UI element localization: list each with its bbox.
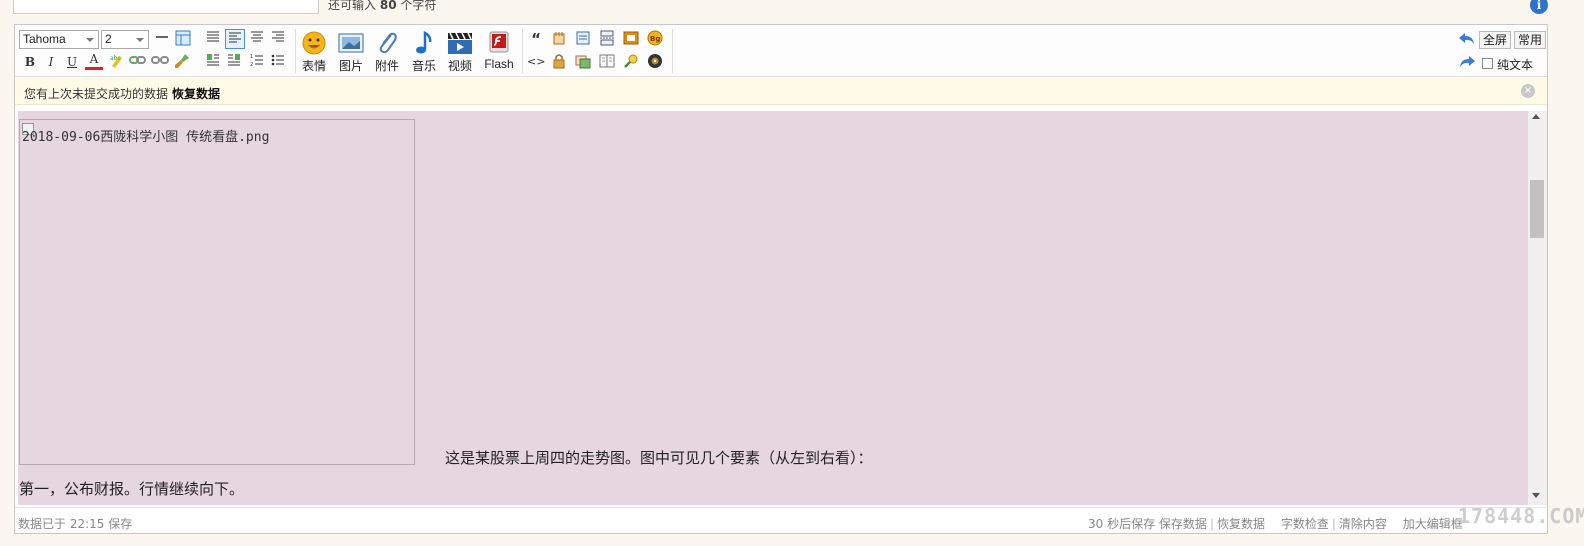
- emoticon-button[interactable]: 表情: [297, 29, 331, 73]
- page-break-icon[interactable]: [598, 30, 616, 48]
- scroll-down-arrow-icon[interactable]: [1532, 493, 1540, 498]
- scrollbar-thumb[interactable]: [1530, 180, 1544, 238]
- align-left-icon[interactable]: [225, 29, 245, 49]
- music-button[interactable]: 音乐: [407, 29, 441, 73]
- editor-content[interactable]: 2018-09-06西陇科学小图 传统看盘.png 这是某股票上周四的走势图。图…: [18, 111, 1528, 505]
- bg-badge-text: Bg: [650, 35, 660, 43]
- undo-arrow-icon[interactable]: [1458, 32, 1476, 50]
- horizontal-rule-icon[interactable]: [153, 30, 171, 48]
- smiley-icon: [301, 31, 327, 55]
- free-text-icon[interactable]: [550, 30, 568, 48]
- align-center-icon[interactable]: [248, 30, 266, 48]
- unordered-list-icon[interactable]: [269, 53, 287, 71]
- paragraph-1: 这是某股票上周四的走势图。图中可见几个要素（从左到右看）：: [445, 449, 873, 467]
- plaintext-checkbox[interactable]: [1482, 58, 1493, 69]
- gallery-icon[interactable]: [574, 53, 592, 71]
- link-icon[interactable]: [129, 53, 147, 71]
- remaining-chars: 还可输入 80 个字符: [328, 0, 436, 13]
- redo-arrow-icon[interactable]: [1458, 55, 1476, 73]
- columns-icon[interactable]: [598, 53, 616, 71]
- recover-message-wrap: 您有上次未提交成功的数据 恢复数据: [24, 85, 220, 102]
- common-mode-button[interactable]: 常用: [1514, 31, 1547, 49]
- ordered-list-icon[interactable]: 12: [248, 53, 266, 71]
- video-label: 视频: [447, 59, 472, 73]
- close-icon[interactable]: ×: [1521, 84, 1535, 98]
- underline-button[interactable]: U: [63, 53, 81, 71]
- editor-status-bar: 数据已于 22:15 保存 30 秒后保存 保存数据 | 恢复数据 字数检查 | 清除内…: [15, 507, 1547, 533]
- chevron-down-icon: [136, 38, 144, 42]
- chevron-down-icon: [86, 38, 94, 42]
- recover-message: 您有上次未提交成功的数据: [24, 87, 169, 101]
- plaintext-label: 纯文本: [1497, 58, 1534, 72]
- font-size-value: 2: [105, 32, 112, 46]
- film-icon: [447, 31, 473, 55]
- font-color-button[interactable]: A: [85, 52, 103, 70]
- font-family-select[interactable]: Tahoma: [19, 30, 99, 49]
- restore-data-link[interactable]: 恢复数据: [1217, 517, 1265, 531]
- saved-status: 数据已于 22:15 保存: [18, 517, 133, 531]
- recover-notice: 您有上次未提交成功的数据 恢复数据 ×: [15, 78, 1547, 105]
- remaining-count: 80: [379, 0, 397, 12]
- media-disc-icon[interactable]: [646, 53, 664, 71]
- align-right-icon[interactable]: [269, 30, 287, 48]
- slideshow-icon[interactable]: [622, 30, 640, 48]
- float-left-icon[interactable]: [204, 53, 222, 71]
- image-icon: [338, 31, 364, 55]
- save-data-link[interactable]: 保存数据: [1159, 517, 1207, 531]
- background-icon[interactable]: Bg: [646, 30, 664, 48]
- video-button[interactable]: 视频: [443, 29, 477, 73]
- status-actions: 30 秒后保存 保存数据 | 恢复数据 字数检查 | 清除内容 加大编辑框: [1088, 517, 1463, 531]
- svg-text:1: 1: [250, 54, 253, 60]
- clear-content-link[interactable]: 清除内容: [1339, 517, 1387, 531]
- toolbar-divider: [295, 29, 296, 73]
- toolbar-divider: [522, 29, 523, 73]
- svg-text:2: 2: [250, 62, 253, 67]
- attachment-label: 附件: [374, 59, 399, 73]
- paragraph-2: 第一，公布财报。行情继续向下。: [19, 480, 245, 498]
- float-right-icon[interactable]: [225, 53, 243, 71]
- editor-toolbar: Tahoma 2 B I U A abc 1 2 表情 图片 附件 音乐 视频 …: [15, 25, 1547, 77]
- toolbar-divider: [672, 29, 673, 73]
- recover-data-link[interactable]: 恢复数据: [172, 87, 220, 101]
- table-icon[interactable]: [174, 30, 192, 48]
- broken-image[interactable]: 2018-09-06西陇科学小图 传统看盘.png: [19, 119, 415, 465]
- quote-icon[interactable]: “: [527, 30, 545, 48]
- flash-button[interactable]: Flash: [481, 29, 517, 73]
- subject-input[interactable]: [13, 0, 319, 14]
- fullscreen-button[interactable]: 全屏: [1479, 31, 1512, 49]
- remaining-suffix: 个字符: [400, 0, 437, 12]
- autosave-countdown: 30 秒后保存: [1088, 517, 1156, 531]
- site-watermark: 178448.COM: [1458, 504, 1584, 528]
- attachment-button[interactable]: 附件: [370, 29, 404, 73]
- info-icon[interactable]: i: [1530, 0, 1548, 14]
- bold-button[interactable]: B: [21, 53, 39, 71]
- paperclip-icon: [374, 31, 400, 55]
- hide-content-icon[interactable]: [574, 30, 592, 48]
- unlink-icon[interactable]: [151, 53, 169, 71]
- lock-icon[interactable]: [550, 53, 568, 71]
- svg-text:abc: abc: [110, 55, 121, 62]
- image-button[interactable]: 图片: [334, 29, 368, 73]
- enlarge-editor-link[interactable]: 加大编辑框: [1403, 517, 1463, 531]
- code-icon[interactable]: <>: [527, 53, 545, 71]
- remaining-prefix: 还可输入: [328, 0, 377, 12]
- word-check-link[interactable]: 字数检查: [1281, 517, 1329, 531]
- music-label: 音乐: [411, 59, 436, 73]
- flash-icon: [486, 31, 512, 55]
- image-label: 图片: [338, 59, 363, 73]
- clear-format-brush-icon[interactable]: [173, 53, 191, 71]
- italic-button[interactable]: I: [42, 53, 60, 71]
- music-note-icon: [411, 30, 437, 55]
- image-alt-text: 2018-09-06西陇科学小图 传统看盘.png: [22, 130, 270, 145]
- font-family-value: Tahoma: [23, 32, 66, 46]
- vertical-scrollbar[interactable]: [1528, 111, 1547, 505]
- highlight-icon[interactable]: abc: [108, 53, 126, 71]
- align-justify-icon[interactable]: [204, 30, 222, 48]
- key-search-icon[interactable]: [622, 53, 640, 71]
- emoticon-label: 表情: [301, 59, 326, 73]
- scroll-up-arrow-icon[interactable]: [1532, 114, 1540, 119]
- rich-text-editor: Tahoma 2 B I U A abc 1 2 表情 图片 附件 音乐 视频 …: [14, 24, 1548, 534]
- flash-label: Flash: [484, 57, 514, 71]
- font-size-select[interactable]: 2: [101, 30, 149, 49]
